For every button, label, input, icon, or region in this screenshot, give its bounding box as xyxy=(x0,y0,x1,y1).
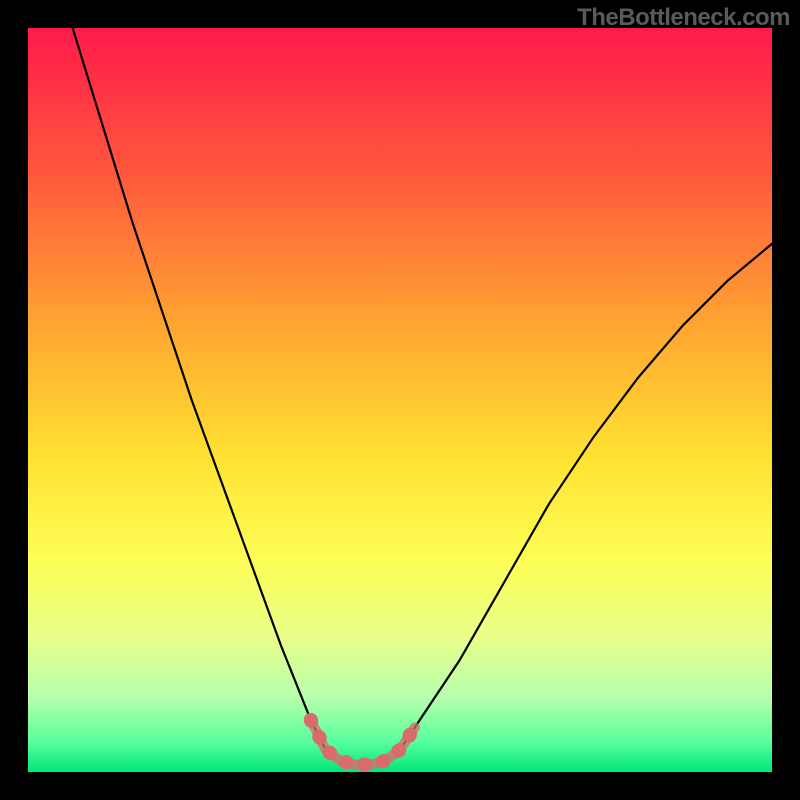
chart-frame: TheBottleneck.com xyxy=(0,0,800,800)
gradient-background xyxy=(28,28,772,772)
chart-svg xyxy=(28,28,772,772)
plot-area xyxy=(28,28,772,772)
